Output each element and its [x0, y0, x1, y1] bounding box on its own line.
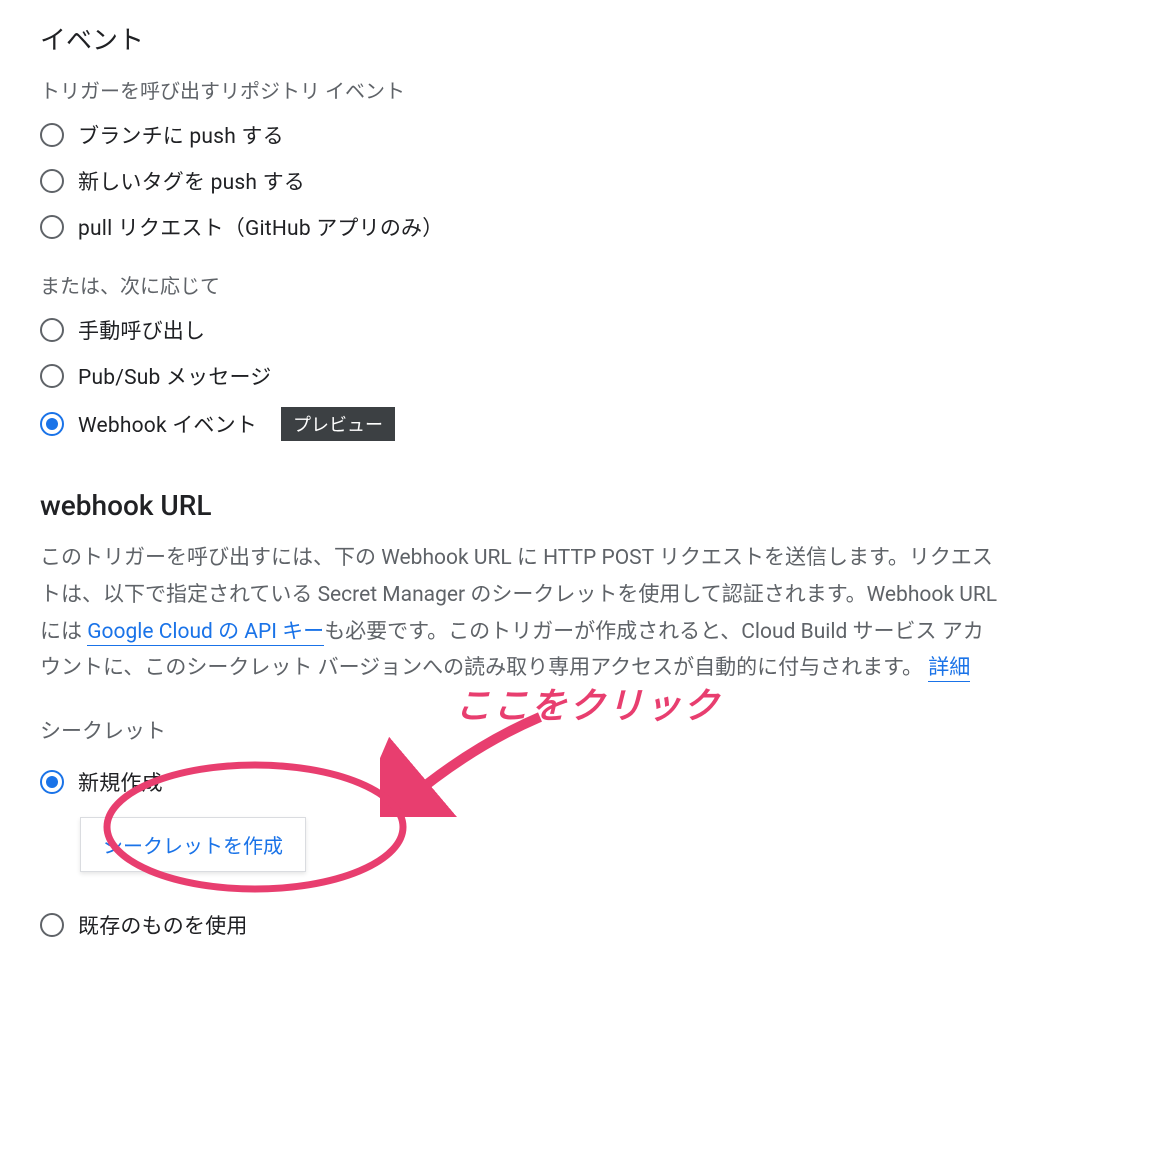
- radio-pubsub[interactable]: Pub/Sub メッセージ: [40, 361, 1126, 391]
- radio-webhook[interactable]: Webhook イベント プレビュー: [40, 407, 1126, 441]
- radio-icon[interactable]: [40, 123, 64, 147]
- radio-icon[interactable]: [40, 215, 64, 239]
- event-radio-group-1: ブランチに push する 新しいタグを push する pull リクエスト（…: [40, 120, 1126, 242]
- radio-pull-request[interactable]: pull リクエスト（GitHub アプリのみ）: [40, 212, 1126, 242]
- event-section: イベント トリガーを呼び出すリポジトリ イベント ブランチに push する 新…: [40, 20, 1126, 441]
- api-key-link[interactable]: Google Cloud の API キー: [87, 620, 324, 646]
- radio-label: 新規作成: [78, 767, 163, 797]
- radio-label: Webhook イベント: [78, 409, 257, 439]
- radio-push-branch[interactable]: ブランチに push する: [40, 120, 1126, 150]
- radio-icon[interactable]: [40, 169, 64, 193]
- radio-icon[interactable]: [40, 913, 64, 937]
- secret-block: シークレット 新規作成 ここをクリック シークレットを作成 既存のもの: [40, 715, 1126, 940]
- radio-icon[interactable]: [40, 318, 64, 342]
- radio-label: 新しいタグを push する: [78, 166, 305, 196]
- webhook-title: webhook URL: [40, 489, 1126, 522]
- radio-label: 手動呼び出し: [78, 315, 205, 345]
- radio-icon[interactable]: [40, 364, 64, 388]
- webhook-description: このトリガーを呼び出すには、下の Webhook URL に HTTP POST…: [40, 540, 1000, 687]
- event-subtitle-repo: トリガーを呼び出すリポジトリ イベント: [40, 75, 1126, 104]
- details-link[interactable]: 詳細: [928, 656, 970, 682]
- event-radio-group-2: 手動呼び出し Pub/Sub メッセージ Webhook イベント プレビュー: [40, 315, 1126, 441]
- create-secret-button[interactable]: シークレットを作成: [80, 817, 306, 872]
- webhook-section: webhook URL このトリガーを呼び出すには、下の Webhook URL…: [40, 489, 1126, 940]
- preview-badge: プレビュー: [281, 407, 395, 441]
- radio-label: Pub/Sub メッセージ: [78, 361, 272, 391]
- radio-icon[interactable]: [40, 770, 64, 794]
- radio-secret-new[interactable]: 新規作成: [40, 767, 1126, 797]
- radio-label: ブランチに push する: [78, 120, 284, 150]
- radio-icon[interactable]: [40, 412, 64, 436]
- radio-label: 既存のものを使用: [78, 910, 248, 940]
- radio-secret-existing[interactable]: 既存のものを使用: [40, 910, 1126, 940]
- radio-manual[interactable]: 手動呼び出し: [40, 315, 1126, 345]
- radio-push-tag[interactable]: 新しいタグを push する: [40, 166, 1126, 196]
- event-title: イベント: [40, 20, 1126, 57]
- radio-label: pull リクエスト（GitHub アプリのみ）: [78, 212, 443, 242]
- secret-create-wrapper: ここをクリック シークレットを作成: [40, 797, 1126, 910]
- secret-label: シークレット: [40, 715, 1126, 745]
- event-subtitle-or: または、次に応じて: [40, 270, 1126, 299]
